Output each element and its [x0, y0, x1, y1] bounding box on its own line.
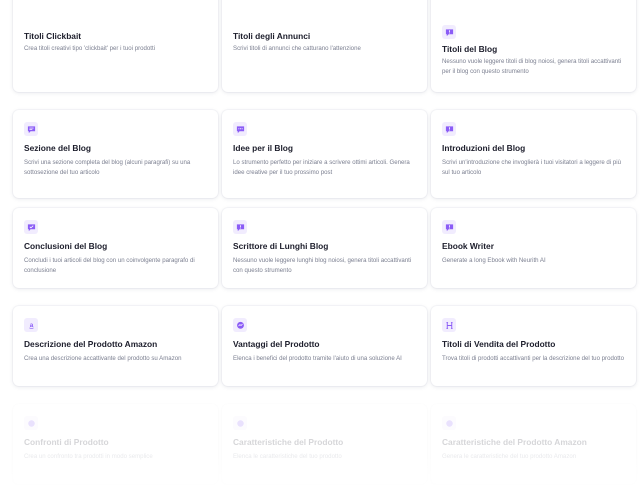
card-title: Titoli di Vendita del Prodotto — [442, 339, 556, 349]
card-sezione-del-blog[interactable]: Sezione del Blog Scrivi una sezione comp… — [13, 110, 218, 198]
card-title: Vantaggi del Prodotto — [233, 339, 320, 349]
messenger-icon — [233, 318, 247, 332]
amazon-icon: a — [24, 318, 38, 332]
card-descrizione-prodotto-amazon[interactable]: a Descrizione del Prodotto Amazon Crea u… — [13, 306, 218, 386]
circle-icon — [24, 416, 38, 430]
card-description: Crea un confronto tra prodotti in modo s… — [24, 453, 153, 460]
chat-alert-icon — [442, 122, 456, 136]
card-description: Concludi i tuoi articoli del blog con un… — [24, 257, 195, 274]
card-title: Titoli del Blog — [442, 44, 498, 54]
card-description: Trova titoli di prodotti accattivanti pe… — [442, 355, 625, 362]
chat-alert-icon — [442, 220, 456, 234]
circle-icon — [442, 416, 456, 430]
chat-lines-icon — [24, 122, 38, 136]
card-conclusioni-del-blog[interactable]: Conclusioni del Blog Concludi i tuoi art… — [13, 208, 218, 288]
card-title: Descrizione del Prodotto Amazon — [24, 339, 158, 349]
card-description: Scrivi un'introduzione che invoglierà i … — [442, 159, 621, 176]
chat-dots-icon — [233, 122, 247, 136]
card-description: Elenca le caratteristiche del tuo prodot… — [233, 453, 342, 460]
card-title: Caratteristiche del Prodotto Amazon — [442, 437, 587, 447]
card-vantaggi-del-prodotto[interactable]: Vantaggi del Prodotto Elenca i benefici … — [222, 306, 427, 386]
card-description: Generate a long Ebook with Neurith AI — [442, 257, 546, 264]
card-description: Scrivi titoli di annunci che catturano l… — [233, 45, 361, 52]
card-description: Nessuno vuole leggere lunghi blog noiosi… — [233, 257, 412, 274]
chat-alert-icon — [233, 220, 247, 234]
h-icon — [442, 318, 456, 332]
card-ebook-writer[interactable]: Ebook Writer Generate a long Ebook with … — [431, 208, 636, 288]
card-description: Crea titoli creativi tipo 'clickbait' pe… — [24, 45, 156, 52]
card-description: Elenca i benefici del prodotto tramite l… — [233, 355, 402, 362]
card-description: Nessuno vuole leggere titoli di blog noi… — [442, 58, 622, 75]
card-title: Sezione del Blog — [24, 143, 92, 153]
card-titoli-del-blog[interactable]: Titoli del Blog Nessuno vuole leggere ti… — [431, 0, 636, 92]
card-title: Conclusioni del Blog — [24, 241, 108, 251]
card-titoli-clickbait[interactable]: Titoli Clickbait Crea titoli creativi ti… — [13, 0, 218, 92]
card-title: Idee per il Blog — [233, 143, 294, 153]
card-idee-per-il-blog[interactable]: Idee per il Blog Lo strumento perfetto p… — [222, 110, 427, 198]
card-title: Scrittore di Lunghi Blog — [233, 241, 329, 251]
chat-check-icon — [24, 220, 38, 234]
card-title: Ebook Writer — [442, 241, 494, 251]
card-title: Caratteristiche del Prodotto — [233, 437, 344, 447]
card-title: Confronti di Prodotto — [24, 437, 109, 447]
card-introduzioni-del-blog[interactable]: Introduzioni del Blog Scrivi un'introduz… — [431, 110, 636, 198]
card-titoli-degli-annunci[interactable]: Titoli degli Annunci Scrivi titoli di an… — [222, 0, 427, 92]
card-description: Crea una descrizione accattivante del pr… — [24, 355, 182, 362]
chat-alert-icon — [442, 25, 456, 39]
card-title: Titoli Clickbait — [24, 31, 82, 41]
card-scrittore-di-lunghi-blog[interactable]: Scrittore di Lunghi Blog Nessuno vuole l… — [222, 208, 427, 288]
circle-icon — [233, 416, 247, 430]
card-title: Titoli degli Annunci — [233, 31, 311, 41]
card-caratteristiche-del-prodotto[interactable]: Caratteristiche del Prodotto Elenca le c… — [222, 404, 427, 484]
card-confronti-di-prodotto[interactable]: Confronti di Prodotto Crea un confronto … — [13, 404, 218, 484]
card-titoli-di-vendita[interactable]: Titoli di Vendita del Prodotto Trova tit… — [431, 306, 636, 386]
template-grid: Titoli Clickbait Crea titoli creativi ti… — [0, 0, 640, 496]
card-title: Introduzioni del Blog — [442, 143, 526, 153]
card-description: Genera le caratteristiche del tuo prodot… — [442, 453, 577, 460]
card-caratteristiche-prodotto-amazon[interactable]: Caratteristiche del Prodotto Amazon Gene… — [431, 404, 636, 484]
card-description: Lo strumento perfetto per iniziare a scr… — [233, 159, 410, 176]
card-description: Scrivi una sezione completa del blog (al… — [24, 159, 191, 176]
